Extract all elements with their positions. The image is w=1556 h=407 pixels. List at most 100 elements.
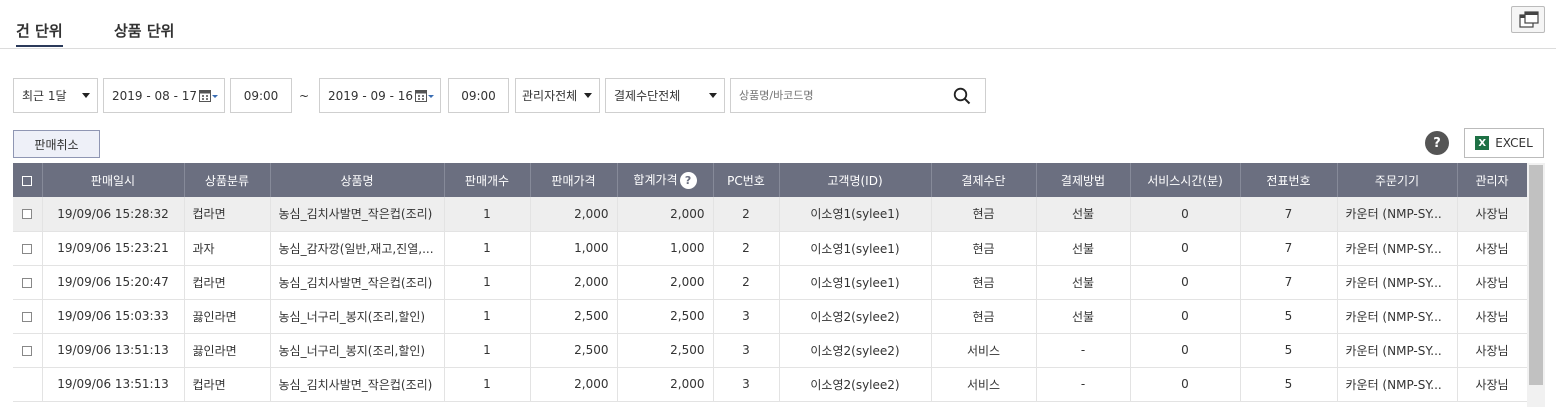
sales-table: 판매일시 상품분류 상품명 판매개수 판매가격 합계가격? PC번호 고객명(I… xyxy=(13,163,1528,402)
cell-qty: 1 xyxy=(444,231,531,266)
col-header-category[interactable]: 상품분류 xyxy=(184,163,271,197)
row-checkbox[interactable] xyxy=(13,265,43,300)
col-header-sale-datetime[interactable]: 판매일시 xyxy=(42,163,185,197)
checkbox-icon xyxy=(22,345,33,356)
start-date-input[interactable]: 2019 - 08 - 17 xyxy=(103,78,225,113)
start-time-input[interactable]: 09:00 xyxy=(230,78,292,113)
excel-icon: X xyxy=(1475,136,1490,150)
col-header-service-time[interactable]: 서비스시간(분) xyxy=(1130,163,1241,197)
table-row[interactable]: 19/09/06 13:51:13 컵라면 농심_김치사발면_작은컵(조리) 1… xyxy=(13,367,1528,402)
cell-pc: 3 xyxy=(713,333,780,368)
table-row[interactable]: 19/09/06 15:28:32 컵라면 농심_김치사발면_작은컵(조리) 1… xyxy=(13,197,1528,232)
col-header-payment-method[interactable]: 결제방법 xyxy=(1036,163,1131,197)
col-header-quantity[interactable]: 판매개수 xyxy=(444,163,531,197)
cell-category: 컵라면 xyxy=(184,265,271,300)
cell-date: 19/09/06 15:23:21 xyxy=(42,231,185,266)
table-row[interactable]: 19/09/06 15:20:47 컵라면 농심_김치사발면_작은컵(조리) 1… xyxy=(13,265,1528,300)
chevron-down-icon xyxy=(584,93,592,98)
row-checkbox[interactable] xyxy=(13,333,43,368)
checkbox-icon xyxy=(22,243,33,254)
cell-category: 끓인라면 xyxy=(184,333,271,368)
cell-pc: 2 xyxy=(713,265,780,300)
cell-slip: 7 xyxy=(1240,265,1338,300)
cell-total: 2,000 xyxy=(617,265,714,300)
cell-pc: 2 xyxy=(713,197,780,232)
table-row[interactable]: 19/09/06 13:51:13 끓인라면 농심_너구리_봉지(조리,할인) … xyxy=(13,333,1528,368)
end-time-input[interactable]: 09:00 xyxy=(448,78,509,113)
checkbox-icon xyxy=(22,311,33,322)
cell-pay-method: 선불 xyxy=(1036,265,1131,300)
row-checkbox[interactable] xyxy=(13,299,43,334)
cell-pay-method: - xyxy=(1036,367,1131,402)
start-date-value: 2019 - 08 - 17 xyxy=(112,88,197,103)
cell-category: 끓인라면 xyxy=(184,299,271,334)
col-header-manager[interactable]: 관리자 xyxy=(1457,163,1528,197)
col-header-price[interactable]: 판매가격 xyxy=(530,163,618,197)
cell-manager: 사장님 xyxy=(1457,367,1528,402)
cell-customer: 이소영1(sylee1) xyxy=(779,197,932,232)
end-time-value: 09:00 xyxy=(461,88,496,103)
calendar-icon[interactable] xyxy=(199,89,219,103)
col-header-slip-number[interactable]: 전표번호 xyxy=(1240,163,1338,197)
tab-per-transaction[interactable]: 건 단위 xyxy=(16,20,63,47)
cell-qty: 1 xyxy=(444,333,531,368)
table-row[interactable]: 19/09/06 15:03:33 끓인라면 농심_너구리_봉지(조리,할인) … xyxy=(13,299,1528,334)
cell-device: 카운터 (NMP-SY... xyxy=(1337,265,1458,300)
cell-pay-method: 선불 xyxy=(1036,299,1131,334)
view-tabs: 건 단위 상품 단위 xyxy=(0,0,1556,49)
tab-per-product[interactable]: 상품 단위 xyxy=(114,20,174,41)
payment-method-select-value: 결제수단전체 xyxy=(614,89,681,103)
cell-pay-means: 서비스 xyxy=(931,333,1037,368)
excel-export-label: EXCEL xyxy=(1495,136,1533,150)
col-header-payment-means[interactable]: 결제수단 xyxy=(931,163,1037,197)
cell-slip: 7 xyxy=(1240,197,1338,232)
table-header-row: 판매일시 상품분류 상품명 판매개수 판매가격 합계가격? PC번호 고객명(I… xyxy=(13,163,1528,197)
start-time-value: 09:00 xyxy=(243,88,279,103)
popout-window-button[interactable] xyxy=(1511,6,1545,33)
cell-device: 카운터 (NMP-SY... xyxy=(1337,333,1458,368)
end-date-input[interactable]: 2019 - 09 - 16 xyxy=(319,78,441,113)
col-header-pc[interactable]: PC번호 xyxy=(713,163,780,197)
excel-export-button[interactable]: X EXCEL xyxy=(1464,128,1544,158)
cell-customer: 이소영2(sylee2) xyxy=(779,333,932,368)
cell-date: 19/09/06 15:03:33 xyxy=(42,299,185,334)
cell-service-min: 0 xyxy=(1130,265,1241,300)
product-search-box xyxy=(730,78,986,113)
chevron-down-icon xyxy=(82,93,90,98)
table-row[interactable]: 19/09/06 15:23:21 과자 농심_감자깡(일반,재고,진열,...… xyxy=(13,231,1528,266)
row-checkbox[interactable] xyxy=(13,197,43,232)
cell-pc: 2 xyxy=(713,231,780,266)
help-icon[interactable]: ? xyxy=(1425,131,1449,155)
cell-date: 19/09/06 13:51:13 xyxy=(42,367,185,402)
payment-method-select[interactable]: 결제수단전체 xyxy=(605,78,725,113)
col-header-total[interactable]: 합계가격? xyxy=(617,163,714,197)
cell-total: 2,000 xyxy=(617,367,714,402)
cell-slip: 5 xyxy=(1240,299,1338,334)
row-checkbox[interactable] xyxy=(13,231,43,266)
table-scrollbar[interactable] xyxy=(1527,163,1545,407)
product-search-input[interactable] xyxy=(739,89,949,102)
col-header-order-device[interactable]: 주문기기 xyxy=(1337,163,1458,197)
manager-select[interactable]: 관리자전체 xyxy=(515,78,600,113)
cell-slip: 5 xyxy=(1240,367,1338,402)
cell-product: 농심_김치사발면_작은컵(조리) xyxy=(270,265,445,300)
cell-price: 2,000 xyxy=(530,197,618,232)
cell-pay-means: 현금 xyxy=(931,231,1037,266)
cell-qty: 1 xyxy=(444,367,531,402)
col-header-customer[interactable]: 고객명(ID) xyxy=(779,163,932,197)
calendar-icon[interactable] xyxy=(415,89,435,103)
cell-pc: 3 xyxy=(713,299,780,334)
period-select[interactable]: 최근 1달 xyxy=(13,78,98,113)
col-header-product[interactable]: 상품명 xyxy=(270,163,445,197)
cell-pay-method: 선불 xyxy=(1036,231,1131,266)
search-icon[interactable] xyxy=(953,87,971,105)
scrollbar-thumb[interactable] xyxy=(1529,165,1543,385)
help-icon[interactable]: ? xyxy=(679,172,697,189)
select-all-checkbox[interactable] xyxy=(13,163,43,197)
cell-product: 농심_너구리_봉지(조리,할인) xyxy=(270,333,445,368)
cancel-sale-button[interactable]: 판매취소 xyxy=(13,130,100,158)
cell-device: 카운터 (NMP-SY... xyxy=(1337,231,1458,266)
cell-pay-means: 현금 xyxy=(931,265,1037,300)
cell-pay-means: 현금 xyxy=(931,299,1037,334)
manager-select-value: 관리자전체 xyxy=(522,89,578,103)
